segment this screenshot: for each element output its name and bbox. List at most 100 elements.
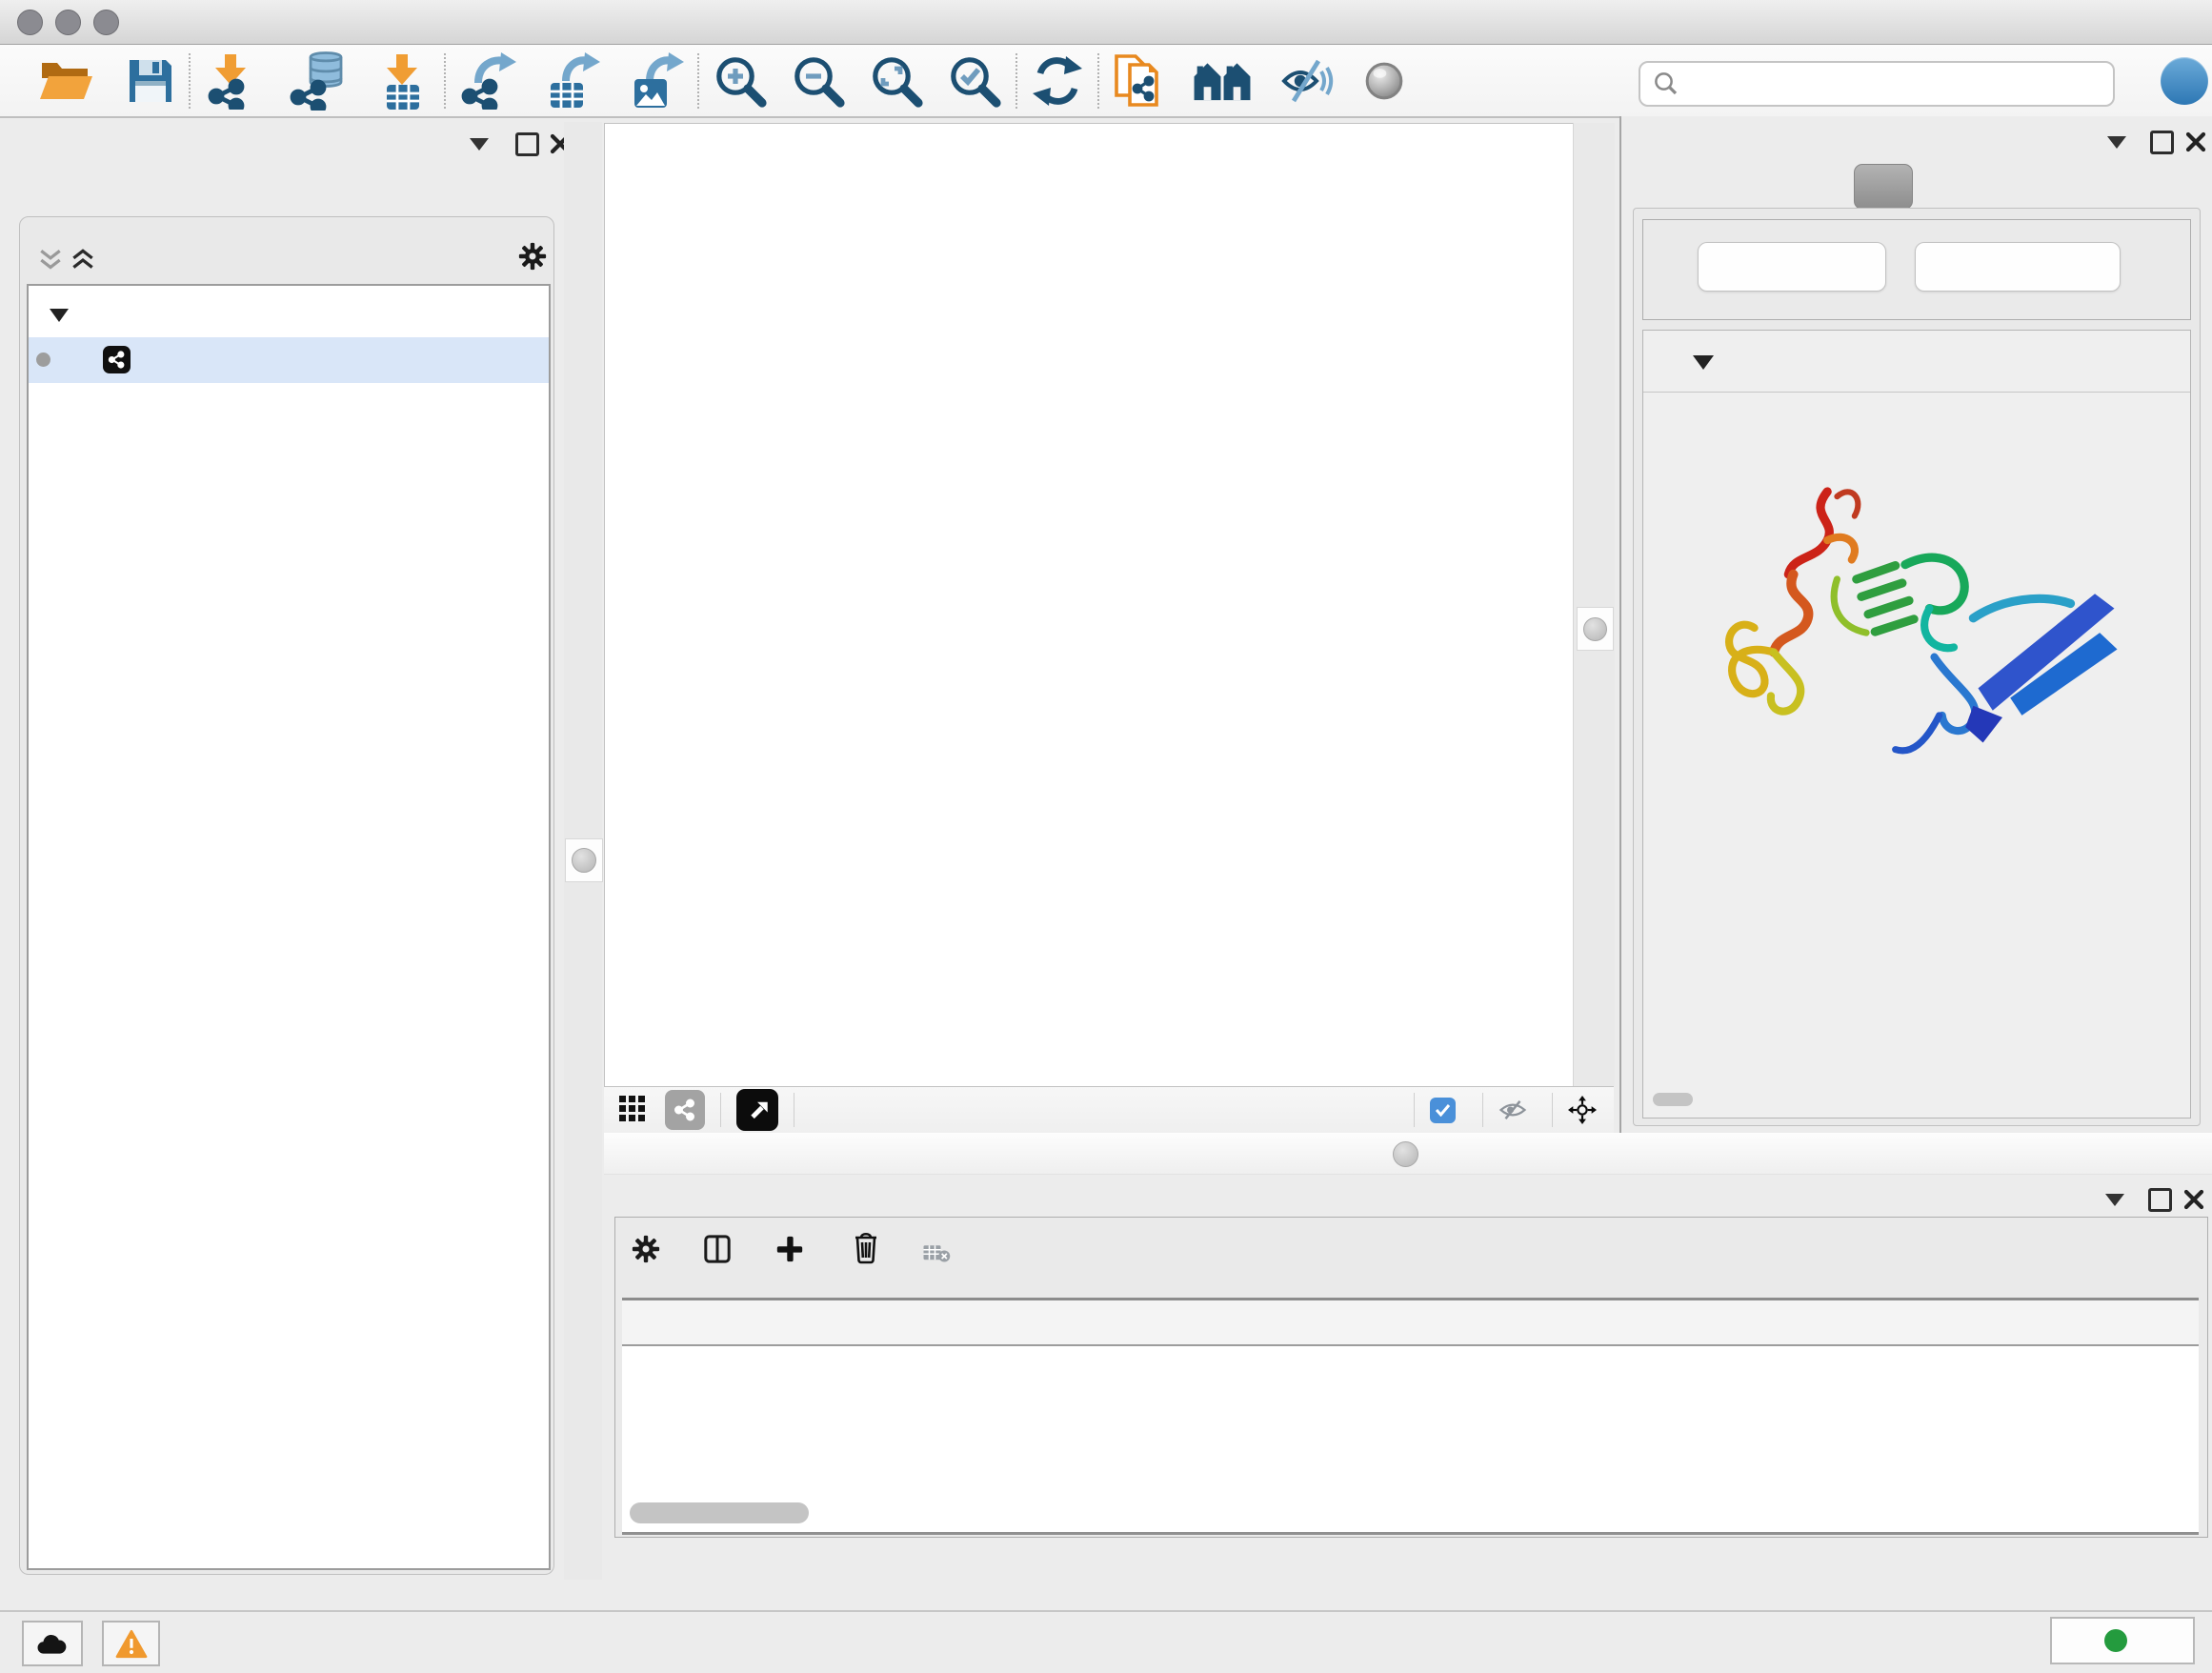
warning-icon (115, 1629, 148, 1659)
result-card-header[interactable] (1643, 331, 2190, 393)
network-options-gear-icon[interactable] (518, 242, 547, 271)
zoom-window-icon[interactable] (93, 10, 119, 35)
zoom-in-button[interactable] (713, 50, 768, 112)
table-panel (604, 1174, 2212, 1610)
toolbar-separator (189, 53, 191, 109)
birds-eye-crosshair-icon[interactable] (1568, 1096, 1597, 1124)
add-column-plus-icon[interactable] (775, 1235, 804, 1263)
search-input[interactable] (1688, 69, 2113, 100)
import-database-icon (288, 51, 347, 111)
card-scrollbar-thumb[interactable] (1653, 1093, 1693, 1106)
help-button[interactable] (2161, 57, 2208, 105)
houses-icon (1193, 60, 1252, 102)
protein-structure-image (1681, 456, 2139, 799)
network-collection-row[interactable] (29, 297, 549, 337)
import-network-icon (204, 52, 261, 110)
network-canvas[interactable] (604, 123, 1574, 1088)
import-network-database-button[interactable] (288, 50, 347, 112)
cloud-button[interactable] (22, 1621, 83, 1666)
export-network-icon (459, 52, 516, 110)
expand-all-icon[interactable] (69, 246, 97, 274)
expand-all-button[interactable] (1698, 242, 1886, 292)
collapse-all-icon[interactable] (36, 246, 65, 274)
zoom-selected-icon (947, 53, 1002, 109)
hide-graphics-button[interactable] (1280, 50, 1334, 112)
export-image-button[interactable] (627, 50, 684, 112)
open-session-button[interactable] (38, 50, 93, 112)
results-panel (1619, 116, 2212, 1133)
import-table-icon (373, 52, 431, 110)
close-panel-icon[interactable] (2182, 128, 2210, 156)
fit-content-icon (869, 53, 924, 109)
memory-button[interactable] (2050, 1617, 2195, 1664)
splitter-handle[interactable] (1393, 1141, 1418, 1167)
tree-expand-icon[interactable] (50, 309, 69, 322)
collapse-all-button[interactable] (1915, 242, 2121, 292)
network-view-toolbar (604, 1086, 1614, 1134)
network-row-selected[interactable] (29, 337, 549, 383)
table-options-gear-icon[interactable] (632, 1235, 660, 1263)
network-graph[interactable] (605, 124, 1573, 1087)
zoom-out-icon (791, 53, 846, 109)
refresh-icon (1031, 54, 1084, 108)
warnings-button[interactable] (102, 1621, 160, 1666)
minimize-window-icon[interactable] (55, 10, 81, 35)
table-scrollbar-thumb[interactable] (630, 1502, 809, 1523)
import-network-file-button[interactable] (204, 50, 261, 112)
zoom-selected-button[interactable] (947, 50, 1002, 112)
splitter-handle[interactable] (565, 838, 603, 882)
network-view-icon[interactable] (665, 1090, 705, 1130)
control-panel (10, 122, 562, 1580)
float-window-icon[interactable] (513, 130, 541, 158)
delete-table-icon (922, 1239, 951, 1267)
show-columns-icon[interactable] (703, 1235, 732, 1263)
left-splitter[interactable] (564, 122, 602, 1580)
network-state-dot-icon (36, 353, 50, 367)
float-window-icon[interactable] (2145, 1185, 2174, 1214)
delete-column-trash-icon[interactable] (852, 1233, 880, 1261)
home-button[interactable] (1193, 50, 1252, 112)
float-menu-icon[interactable] (2102, 128, 2131, 156)
float-menu-icon[interactable] (2101, 1185, 2129, 1214)
side-splitter-handle[interactable] (1577, 607, 1614, 651)
toolbar-separator (1016, 53, 1017, 109)
string-document-button[interactable] (1113, 50, 1164, 112)
selected-checkbox-icon[interactable] (1430, 1098, 1456, 1123)
table-box (614, 1217, 2208, 1538)
float-menu-icon[interactable] (465, 130, 493, 158)
import-table-button[interactable] (373, 50, 431, 112)
save-session-button[interactable] (126, 50, 175, 112)
hidden-eye-slash-icon[interactable] (1498, 1096, 1527, 1124)
toolbar-separator (444, 53, 446, 109)
close-window-icon[interactable] (17, 10, 43, 35)
open-folder-icon (38, 57, 93, 105)
export-network-button[interactable] (459, 50, 516, 112)
refresh-button[interactable] (1031, 50, 1084, 112)
table-header-row (622, 1300, 2199, 1346)
memory-status-icon (2104, 1629, 2127, 1652)
export-table-button[interactable] (543, 50, 600, 112)
close-panel-icon[interactable] (2180, 1185, 2208, 1214)
save-floppy-icon (126, 56, 175, 106)
network-type-icon (103, 346, 131, 373)
netbar-separator (1482, 1093, 1483, 1127)
level-of-detail-button[interactable] (1362, 50, 1406, 112)
node-table (622, 1298, 2199, 1535)
search-icon (1652, 70, 1680, 98)
search-field[interactable] (1639, 61, 2115, 107)
cloud-icon (35, 1631, 70, 1657)
grid-view-icon[interactable] (619, 1096, 648, 1124)
zoom-out-button[interactable] (791, 50, 846, 112)
eye-slash-icon (1280, 59, 1334, 103)
toolbar-separator (1097, 53, 1099, 109)
float-window-icon[interactable] (2147, 128, 2176, 156)
cdk1-result-card (1642, 330, 2191, 1119)
collapse-entry-icon[interactable] (1693, 355, 1714, 370)
zoom-in-icon (713, 53, 768, 109)
horizontal-splitter[interactable] (604, 1133, 2212, 1175)
tab-string[interactable] (1854, 164, 1913, 210)
toolbar-separator (697, 53, 699, 109)
open-view-icon[interactable] (736, 1089, 778, 1131)
fit-content-button[interactable] (869, 50, 924, 112)
title-bar (0, 0, 2212, 45)
